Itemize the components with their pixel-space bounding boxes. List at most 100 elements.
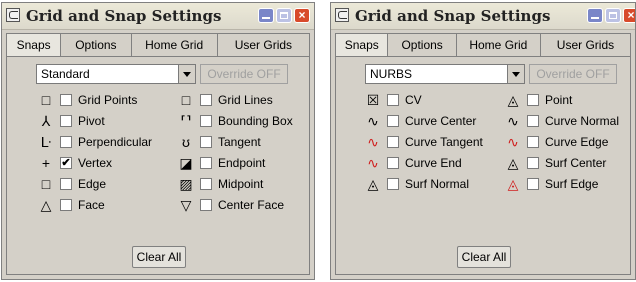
close-button[interactable]: × <box>623 8 635 23</box>
snap-option-label: Point <box>545 93 573 107</box>
checkbox-surf-edge[interactable] <box>527 178 539 190</box>
tab-bar: Snaps Options Home Grid User Grids <box>335 33 631 57</box>
checkbox-vertex[interactable]: ✔ <box>60 157 72 169</box>
snap-type-dropdown[interactable]: Standard <box>36 64 196 84</box>
checkbox-midpoint[interactable] <box>200 178 212 190</box>
checkbox-grid-points[interactable] <box>60 94 72 106</box>
snap-option-surf-normal[interactable]: ◬ Surf Normal <box>365 176 495 192</box>
title-bar[interactable]: Grid and Snap Settings × <box>2 3 314 30</box>
checkbox-grid-lines[interactable] <box>200 94 212 106</box>
snap-option-label: Curve End <box>405 156 462 170</box>
snap-option-grid-lines[interactable]: □ Grid Lines <box>178 92 308 108</box>
title-bar[interactable]: Grid and Snap Settings × <box>331 3 635 30</box>
snap-option-label: CV <box>405 93 422 107</box>
app-icon <box>335 8 349 22</box>
snap-option-curve-edge[interactable]: ∿ Curve Edge <box>505 134 635 150</box>
checkbox-perpendicular[interactable] <box>60 136 72 148</box>
snap-option-curve-normal[interactable]: ∿ Curve Normal <box>505 113 635 129</box>
override-button[interactable]: Override OFF <box>529 64 617 84</box>
checkbox-bounding-box[interactable] <box>200 115 212 127</box>
curve-end-icon: ∿ <box>367 155 379 171</box>
checkbox-curve-tangent[interactable] <box>387 136 399 148</box>
chevron-down-icon[interactable] <box>507 65 524 83</box>
snap-option-label: Center Face <box>218 198 285 212</box>
surf-center-icon: ◬ <box>507 155 519 171</box>
snap-option-label: Surf Normal <box>405 177 470 191</box>
snap-option-endpoint[interactable]: ◪ Endpoint <box>178 155 308 171</box>
snap-option-label: Endpoint <box>218 156 266 170</box>
snap-option-vertex[interactable]: + ✔ Vertex <box>38 155 168 171</box>
snap-option-bounding-box[interactable]: ⸢⸣ Bounding Box <box>178 113 308 129</box>
tab-snaps[interactable]: Snaps <box>7 34 62 56</box>
snap-option-edge[interactable]: □ Edge <box>38 176 168 192</box>
snap-option-perpendicular[interactable]: ᒷ Perpendicular <box>38 134 168 150</box>
dropdown-value: NURBS <box>370 67 413 81</box>
checkbox-surf-center[interactable] <box>527 157 539 169</box>
window-title: Grid and Snap Settings <box>26 7 222 25</box>
snap-option-curve-center[interactable]: ∿ Curve Center <box>365 113 495 129</box>
snap-type-dropdown[interactable]: NURBS <box>365 64 525 84</box>
maximize-button[interactable] <box>276 8 292 23</box>
snap-option-tangent[interactable]: ʊ Tangent <box>178 134 308 150</box>
snap-option-midpoint[interactable]: ▨ Midpoint <box>178 176 308 192</box>
snap-option-grid-points[interactable]: □ Grid Points <box>38 92 168 108</box>
tab-options[interactable]: Options <box>388 34 457 56</box>
snap-option-point[interactable]: ◬ Point <box>505 92 635 108</box>
snap-option-curve-tangent[interactable]: ∿ Curve Tangent <box>365 134 495 150</box>
maximize-button[interactable] <box>605 8 621 23</box>
clear-all-button[interactable]: Clear All <box>457 246 511 268</box>
checkbox-face[interactable] <box>60 199 72 211</box>
checkbox-curve-end[interactable] <box>387 157 399 169</box>
checkbox-surf-normal[interactable] <box>387 178 399 190</box>
snap-option-label: Vertex <box>78 156 113 170</box>
checkbox-center-face[interactable] <box>200 199 212 211</box>
snap-option-label: Surf Edge <box>545 177 599 191</box>
close-button[interactable]: × <box>294 8 310 23</box>
bounding-box-icon: ⸢⸣ <box>180 113 192 129</box>
curve-tangent-icon: ∿ <box>367 134 379 150</box>
tab-user-grids[interactable]: User Grids <box>218 34 309 56</box>
checkbox-curve-edge[interactable] <box>527 136 539 148</box>
tab-home-grid[interactable]: Home Grid <box>457 34 541 56</box>
snap-option-label: Edge <box>78 177 107 191</box>
grid-snap-window-standard: Grid and Snap Settings × Snaps Options H… <box>1 2 315 280</box>
snap-option-label: Curve Tangent <box>405 135 483 149</box>
grid-points-icon: □ <box>41 92 51 108</box>
snap-option-label: Midpoint <box>218 177 264 191</box>
checkbox-cv[interactable] <box>387 94 399 106</box>
tab-options[interactable]: Options <box>61 34 132 56</box>
snap-option-label: Grid Points <box>78 93 138 107</box>
snap-option-surf-edge[interactable]: ◬ Surf Edge <box>505 176 635 192</box>
checkbox-edge[interactable] <box>60 178 72 190</box>
snap-option-label: Grid Lines <box>218 93 273 107</box>
minimize-button[interactable] <box>258 8 274 23</box>
checkbox-point[interactable] <box>527 94 539 106</box>
pivot-icon: ⅄ <box>41 113 51 129</box>
midpoint-icon: ▨ <box>179 176 193 192</box>
snap-option-face[interactable]: △ Face <box>38 197 168 213</box>
snap-option-curve-end[interactable]: ∿ Curve End <box>365 155 495 171</box>
checkbox-curve-normal[interactable] <box>527 115 539 127</box>
snap-option-surf-center[interactable]: ◬ Surf Center <box>505 155 635 171</box>
checkbox-tangent[interactable] <box>200 136 212 148</box>
tangent-icon: ʊ <box>182 134 190 150</box>
checkbox-endpoint[interactable] <box>200 157 212 169</box>
snap-option-label: Curve Edge <box>545 135 609 149</box>
snap-option-center-face[interactable]: ▽ Center Face <box>178 197 308 213</box>
checkbox-pivot[interactable] <box>60 115 72 127</box>
face-icon: △ <box>40 197 52 213</box>
checkbox-curve-center[interactable] <box>387 115 399 127</box>
snap-option-pivot[interactable]: ⅄ Pivot <box>38 113 168 129</box>
snap-option-cv[interactable]: ☒ CV <box>365 92 495 108</box>
override-button[interactable]: Override OFF <box>200 64 288 84</box>
tab-user-grids[interactable]: User Grids <box>541 34 630 56</box>
app-icon <box>6 8 20 22</box>
tab-snaps[interactable]: Snaps <box>336 34 389 56</box>
grid-lines-icon: □ <box>181 92 191 108</box>
perpendicular-icon: ᒷ <box>40 134 52 150</box>
curve-center-icon: ∿ <box>367 113 379 129</box>
clear-all-button[interactable]: Clear All <box>132 246 186 268</box>
tab-home-grid[interactable]: Home Grid <box>132 34 218 56</box>
chevron-down-icon[interactable] <box>178 65 195 83</box>
minimize-button[interactable] <box>587 8 603 23</box>
